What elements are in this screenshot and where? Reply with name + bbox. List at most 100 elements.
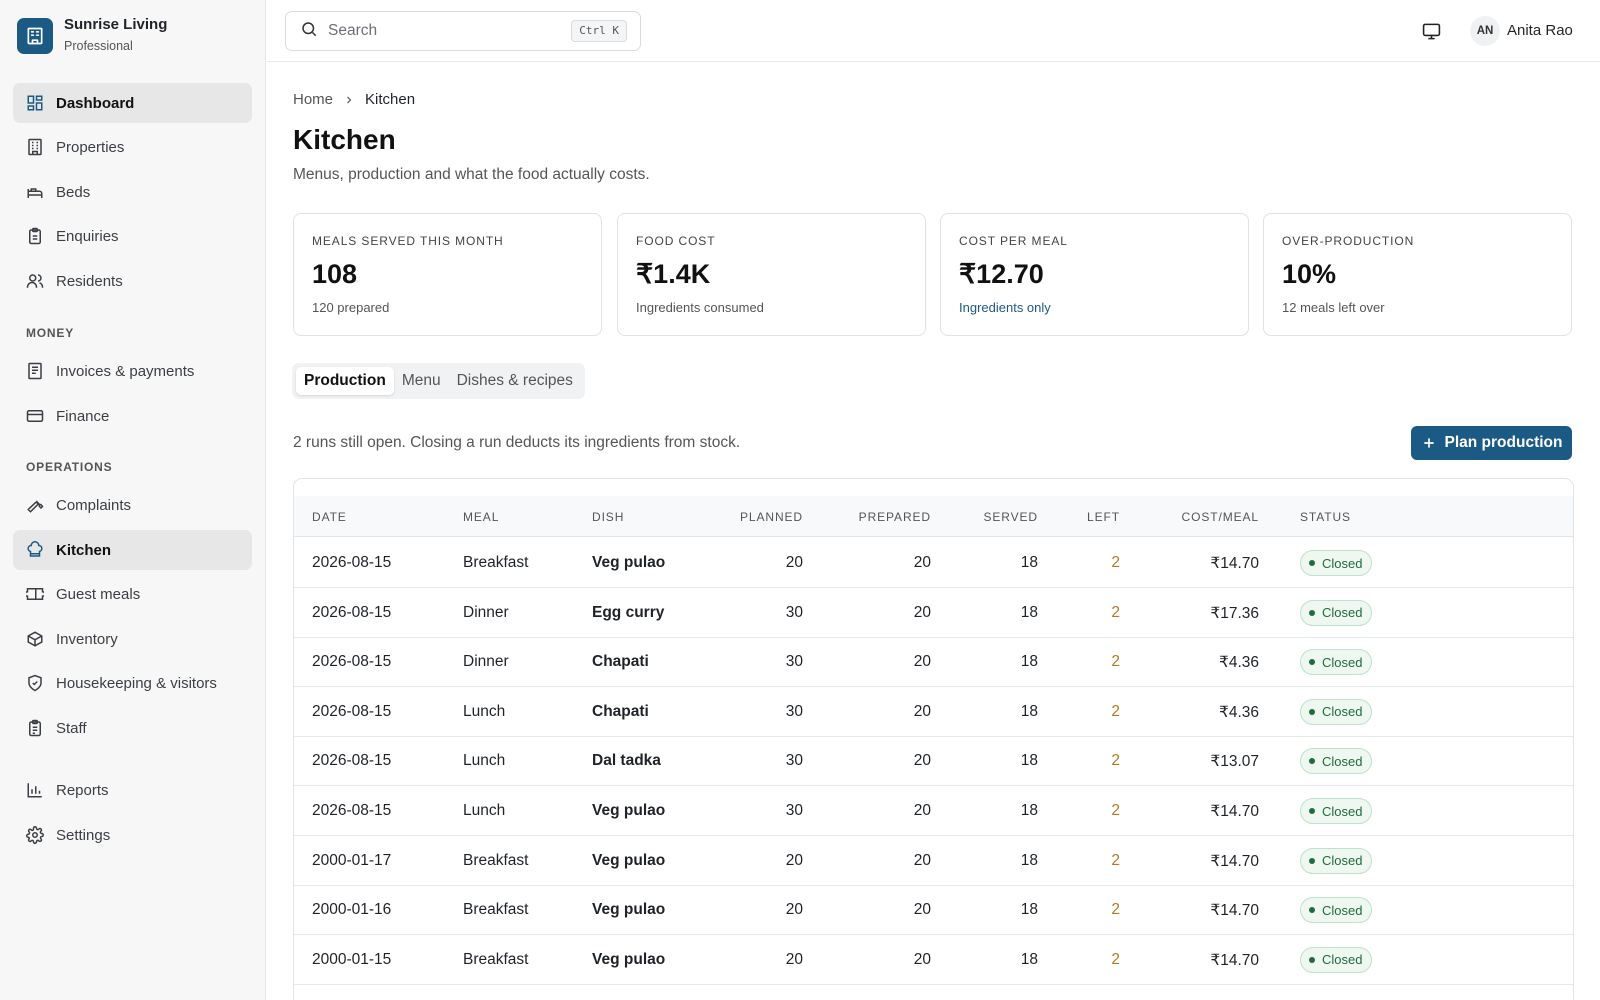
monitor-icon[interactable] (1420, 20, 1442, 42)
search-input[interactable]: Search Ctrl K (285, 11, 641, 51)
column-header-prepared[interactable]: PREPARED (859, 510, 931, 524)
table-row[interactable]: 2026-08-15 Lunch Dal tadka 30 20 18 2 ₹13.07 Clo… (294, 736, 1573, 787)
cell-left: 2 (1111, 603, 1120, 621)
sidebar-item-inventory[interactable]: Inventory (13, 619, 252, 659)
cell-meal: Breakfast (463, 901, 529, 919)
sidebar-item-staff[interactable]: Staff (13, 708, 252, 748)
cell-prepared: 20 (913, 603, 931, 621)
column-header-served[interactable]: SERVED (983, 510, 1038, 524)
cell-date: 2026-08-15 (312, 653, 392, 671)
cell-served: 18 (1020, 802, 1038, 819)
sidebar-item-settings[interactable]: Settings (13, 815, 252, 855)
sidebar-item-label: Guest meals (56, 585, 141, 603)
status-label: Closed (1322, 654, 1363, 670)
plan-production-button[interactable]: Plan production (1411, 426, 1572, 460)
cell-date: 2026-08-15 (312, 603, 392, 621)
column-header-dish[interactable]: DISH (592, 510, 624, 524)
sidebar-item-dashboard[interactable]: Dashboard (13, 83, 252, 123)
nav-section-money: MONEY (26, 326, 75, 340)
sidebar-item-beds[interactable]: Beds (13, 172, 252, 212)
avatar[interactable]: AN (1470, 16, 1500, 46)
cell-served: 18 (1020, 702, 1038, 720)
cell-date: 2026-08-15 (312, 554, 392, 571)
column-header-left[interactable]: LEFT (1087, 510, 1120, 524)
cell-served: 18 (1020, 554, 1038, 571)
sidebar-item-kitchen[interactable]: Kitchen (13, 530, 252, 570)
table-row[interactable]: 2000-01-16 Breakfast Veg pulao 20 20 18 2 ₹14.7… (294, 885, 1573, 936)
sidebar-item-reports[interactable]: Reports (13, 770, 252, 810)
cell-left: 2 (1111, 802, 1120, 819)
bar-chart-icon (26, 781, 44, 799)
sidebar-item-enquiries[interactable]: Enquiries (13, 216, 252, 256)
brand[interactable]: Sunrise Living Professional (17, 16, 167, 55)
stat-note-link[interactable]: Ingredients only (959, 300, 1230, 315)
cell-meal: Breakfast (463, 950, 529, 968)
table-row[interactable]: 2026-08-15 Dinner Chapati 30 20 18 2 ₹4.36 Close… (294, 637, 1573, 688)
cell-planned: 30 (785, 653, 803, 671)
ticket-icon (26, 585, 44, 603)
table-row[interactable]: 2000-01-15 Breakfast Veg pulao 20 20 18 2 ₹14.7… (294, 935, 1573, 985)
column-header-status[interactable]: STATUS (1300, 510, 1351, 524)
status-badge: Closed (1300, 698, 1373, 725)
user-name[interactable]: Anita Rao (1507, 22, 1573, 39)
stat-label: FOOD COST (636, 234, 716, 248)
column-header-meal[interactable]: MEAL (463, 510, 499, 524)
sidebar-item-label: Residents (56, 272, 123, 290)
sidebar-item-properties[interactable]: Properties (13, 127, 252, 167)
tab-dishes-recipes[interactable]: Dishes & recipes (449, 367, 581, 395)
sidebar-item-invoices[interactable]: Invoices & payments (13, 351, 252, 391)
chef-hat-icon (26, 541, 44, 559)
sidebar-item-guest-meals[interactable]: Guest meals (13, 574, 252, 614)
table-row[interactable]: 2026-08-15 Dinner Egg curry 30 20 18 2 ₹17.36 Cl… (294, 588, 1573, 638)
table-header: DATE MEAL DISH PLANNED PREPARED SERVED L… (294, 496, 1573, 537)
status-label: Closed (1322, 753, 1363, 769)
status-label: Closed (1322, 902, 1363, 918)
users-icon (26, 272, 44, 290)
tab-production[interactable]: Production (296, 367, 394, 395)
tab-menu[interactable]: Menu (394, 367, 449, 395)
stat-card-food-cost: FOOD COST ₹1.4K Ingredients consumed (617, 213, 926, 336)
cell-meal: Lunch (463, 802, 506, 819)
sidebar-item-residents[interactable]: Residents (13, 261, 252, 301)
cell-cost-per-meal: ₹14.70 (1210, 803, 1259, 820)
column-header-date[interactable]: DATE (312, 510, 347, 524)
stat-label: OVER-PRODUCTION (1282, 234, 1415, 248)
sidebar-item-label: Finance (56, 407, 110, 425)
stat-card-cost-per-meal: COST PER MEAL ₹12.70 Ingredients only (940, 213, 1249, 336)
breadcrumb-home[interactable]: Home (293, 91, 333, 108)
table-row[interactable]: 2026-08-15 Lunch Veg pulao 30 20 18 2 ₹14.70 Clo… (294, 786, 1573, 836)
table-row[interactable]: 2026-08-15 Lunch Chapati 30 20 18 2 ₹4.36 Closed (294, 687, 1573, 737)
cell-cost-per-meal: ₹14.70 (1210, 951, 1259, 969)
cell-served: 18 (1020, 851, 1038, 869)
status-label: Closed (1322, 853, 1363, 869)
topbar: Search Ctrl K AN Anita Rao (267, 0, 1600, 62)
column-header-planned[interactable]: PLANNED (740, 510, 803, 524)
cell-cost-per-meal: ₹14.70 (1210, 902, 1259, 920)
cell-left: 2 (1111, 752, 1120, 770)
cell-left: 2 (1111, 554, 1120, 571)
status-dot-icon (1309, 808, 1315, 814)
column-header-cost-per-meal[interactable]: COST/MEAL (1182, 510, 1259, 524)
cell-planned: 20 (785, 851, 803, 869)
brand-plan: Professional (64, 39, 133, 53)
status-label: Closed (1322, 952, 1363, 968)
building-icon (17, 17, 53, 54)
status-badge: Closed (1300, 798, 1373, 824)
status-label: Closed (1322, 605, 1363, 621)
cell-date: 2000-01-17 (312, 851, 392, 869)
sidebar-item-finance[interactable]: Finance (13, 396, 252, 436)
table-row[interactable]: 2000-01-17 Breakfast Veg pulao 20 20 18 2 ₹14.7… (294, 836, 1573, 886)
table-row[interactable]: 2026-08-15 Breakfast Veg pulao 20 20 18 2 ₹14.7… (294, 538, 1573, 588)
cell-served: 18 (1020, 950, 1038, 968)
sidebar-item-label: Settings (56, 826, 111, 844)
cell-planned: 30 (785, 802, 803, 819)
sidebar-item-label: Invoices & payments (56, 362, 195, 380)
sidebar-item-label: Enquiries (56, 227, 119, 245)
plus-icon (1421, 435, 1437, 451)
sidebar-item-complaints[interactable]: Complaints (13, 485, 252, 525)
cell-dish: Veg pulao (592, 851, 666, 869)
cell-dish: Chapati (592, 702, 649, 720)
sidebar-item-housekeeping[interactable]: Housekeeping & visitors (13, 663, 252, 703)
sidebar-item-label: Dashboard (56, 94, 135, 112)
cell-served: 18 (1020, 752, 1038, 770)
